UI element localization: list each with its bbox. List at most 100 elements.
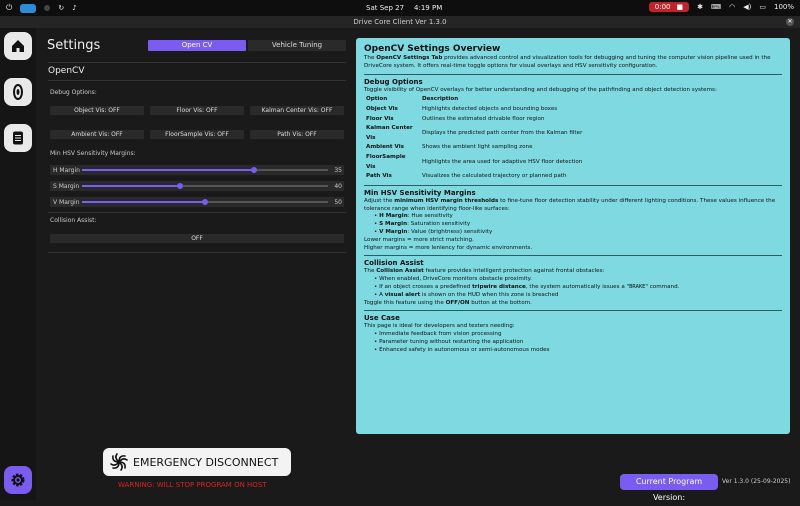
v-margin-slider-row: V Margin 50 [50,197,344,207]
spiral-icon [110,453,128,471]
table-row: Kalman Center Vis Displays the predicted … [364,124,586,143]
table-row: Floor Vis Outlines the estimated drivable… [364,115,586,125]
system-top-bar: ⏻ ↻ ♪ Sat Sep 27 4:19 PM 0:00 ■ ✱ ⌨ ◠ ◀)… [0,0,800,16]
path-vis-toggle[interactable]: Path Vis: OFF [250,130,344,139]
v-margin-slider[interactable] [82,199,328,205]
logs-nav-button[interactable] [4,124,32,152]
keyboard-icon[interactable]: ⌨ [711,3,721,11]
document-icon [13,131,23,145]
divider [364,310,782,312]
slider-handle[interactable] [202,199,208,205]
s-margin-slider[interactable] [82,183,328,189]
workspace-dot[interactable] [20,3,37,13]
divider [48,80,346,81]
table-cell: Path Vis [366,173,392,180]
table-header: Option [366,96,388,103]
table-row: FloorSample Vis Highlights the area used … [364,153,586,172]
list-item: A visual alert is shown on the HUD when … [374,292,782,300]
list-item: Immediate feedback from vision processin… [374,331,782,339]
slider-value: 40 [334,183,342,190]
collision-assist-toggle[interactable]: OFF [50,234,344,243]
object-vis-toggle[interactable]: Object Vis: OFF [50,106,144,115]
s-margin-slider-row: S Margin 40 [50,181,344,191]
vehicle-nav-button[interactable] [4,78,32,106]
list-item: V Margin: Value (brightness) sensitivity [374,229,782,237]
kalman-center-vis-toggle[interactable]: Kalman Center Vis: OFF [250,106,344,115]
usecase-list: Immediate feedback from vision processin… [364,331,782,354]
table-cell: Ambient Vis [366,144,404,151]
battery-icon[interactable]: ▭ [759,3,766,11]
list-item: Enhanced safety in autonomous or semi-au… [374,347,782,355]
hsv-note: Lower margins = more strict matching. [364,236,474,243]
table-row: Ambient Vis Shows the ambient light sampl… [364,143,586,153]
battery-text: 100% [773,3,794,11]
wifi-icon[interactable]: ◠ [729,3,735,11]
floor-vis-toggle[interactable]: Floor Vis: OFF [150,106,244,115]
table-cell: Displays the predicted path center from … [422,129,583,136]
usecase-intro: This page is ideal for developers and te… [364,323,515,330]
close-icon: ✕ [787,18,793,25]
volume-icon[interactable]: ◀) [743,3,751,11]
list-item: If an object crosses a predefined tripwi… [374,284,782,292]
divider [364,255,782,257]
debug-options-table: Option Description Object Vis Highlights … [364,95,586,181]
table-cell: Highlights the area used for adaptive HS… [422,158,583,165]
note-icon[interactable]: ♪ [72,4,76,12]
collision-intro: The Collision Assist feature provides in… [364,268,605,275]
close-window-button[interactable]: ✕ [786,18,794,26]
slider-handle[interactable] [177,183,184,189]
divider [48,62,346,63]
date-text: Sat Sep 27 [366,4,405,12]
tab-open-cv[interactable]: Open CV [148,40,246,51]
section-title: OpenCV [48,66,85,76]
settings-tabs: Open CV Vehicle Tuning [148,40,346,51]
list-item: When enabled, DriveCore monitors obstacl… [374,276,782,284]
table-row: Object Vis Highlights detected objects an… [364,105,586,115]
slider-value: 50 [334,199,342,206]
page-title: Settings [47,38,101,53]
collision-assist-label: Collision Assist: [50,217,97,224]
debug-options-label: Debug Options: [50,89,97,96]
stop-icon[interactable]: ■ [677,3,684,11]
version-label: Current Program Version: [620,474,718,502]
table-cell: Shows the ambient light sampling zone [422,144,533,151]
refresh-icon[interactable]: ↻ [58,4,64,12]
slider-label: H Margin [53,167,80,174]
workspace-dot[interactable] [44,5,51,11]
time-text: 4:19 PM [414,4,443,12]
table-cell: Object Vis [366,105,398,112]
power-icon[interactable]: ⏻ [6,3,12,13]
emergency-disconnect-button[interactable]: EMERGENCY DISCONNECT [103,448,291,476]
workspace-indicators: ⏻ ↻ ♪ [6,3,77,13]
divider [364,73,782,75]
collision-heading: Collision Assist [364,259,424,268]
h-margin-slider[interactable] [82,167,328,173]
window-titlebar: Drive Core Client Ver 1.3.0 ✕ [0,16,800,28]
gear-icon [11,473,25,487]
hsv-intro: Adjust the minimum HSV margin thresholds… [364,197,776,212]
settings-nav-button[interactable] [4,466,32,494]
tab-vehicle-tuning[interactable]: Vehicle Tuning [248,40,346,51]
table-cell: FloorSample Vis [366,153,406,170]
overview-title: OpenCV Settings Overview [364,44,501,54]
home-nav-button[interactable] [4,32,32,60]
sidebar [0,28,36,500]
table-header-row: Option Description [364,95,586,105]
divider [48,212,346,213]
bluetooth-icon[interactable]: ✱ [697,3,703,11]
slider-handle[interactable] [251,167,258,173]
table-cell: Kalman Center Vis [366,125,413,141]
table-row: Path Vis Visualizes the calculated trajec… [364,172,586,182]
table-cell: Floor Vis [366,115,394,122]
table-header: Description [422,96,459,103]
list-item: H Margin: Hue sensitivity [374,213,782,221]
floorsample-vis-toggle[interactable]: FloorSample Vis: OFF [150,130,244,139]
ambient-vis-toggle[interactable]: Ambient Vis: OFF [50,130,144,139]
wheel-icon [13,84,23,100]
hsv-note: Higher margins = more leniency for dynam… [364,244,533,251]
clock[interactable]: Sat Sep 27 4:19 PM [366,4,442,12]
screen-recording-indicator[interactable]: 0:00 ■ [648,2,690,12]
collision-toggle-note: Toggle this feature using the OFF/ON but… [364,299,532,306]
table-cell: Visualizes the calculated trajectory or … [422,173,567,180]
list-item: Parameter tuning without restarting the … [374,339,782,347]
